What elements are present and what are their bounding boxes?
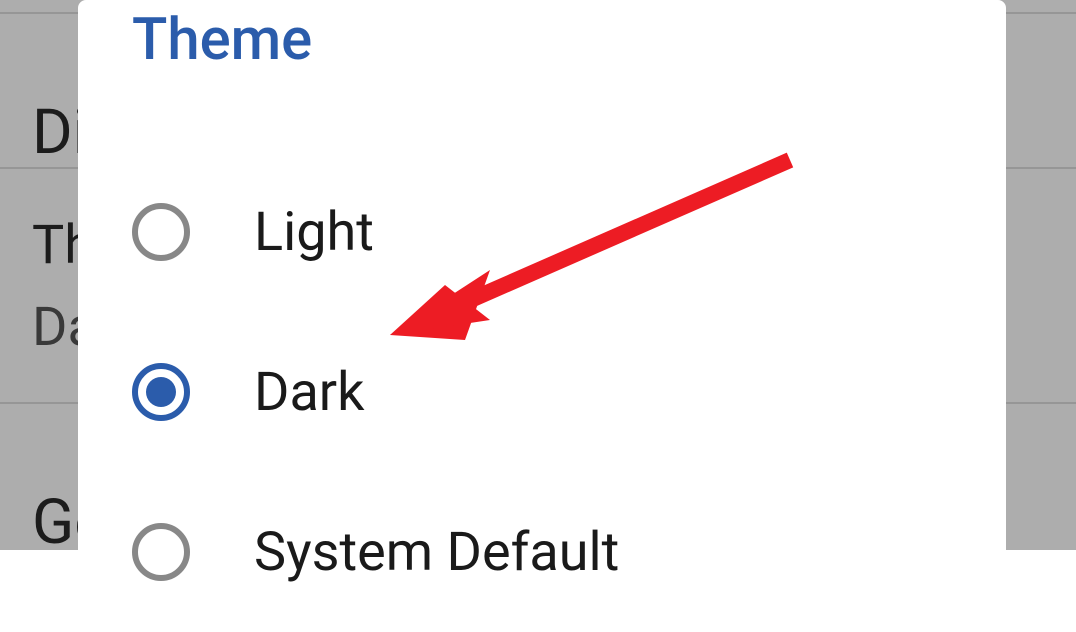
theme-dialog: Theme Light Dark System Default	[78, 0, 1006, 550]
theme-option-light[interactable]: Light	[132, 152, 952, 312]
radio-selected-icon	[132, 363, 190, 421]
theme-option-dark[interactable]: Dark	[132, 312, 952, 472]
theme-option-system-default[interactable]: System Default	[132, 472, 952, 632]
theme-options-group: Light Dark System Default	[132, 152, 952, 632]
dialog-title: Theme	[132, 0, 952, 74]
radio-unselected-icon	[132, 523, 190, 581]
option-label: System Default	[254, 521, 619, 584]
radio-unselected-icon	[132, 203, 190, 261]
option-label: Light	[254, 201, 374, 264]
option-label: Dark	[254, 361, 364, 424]
